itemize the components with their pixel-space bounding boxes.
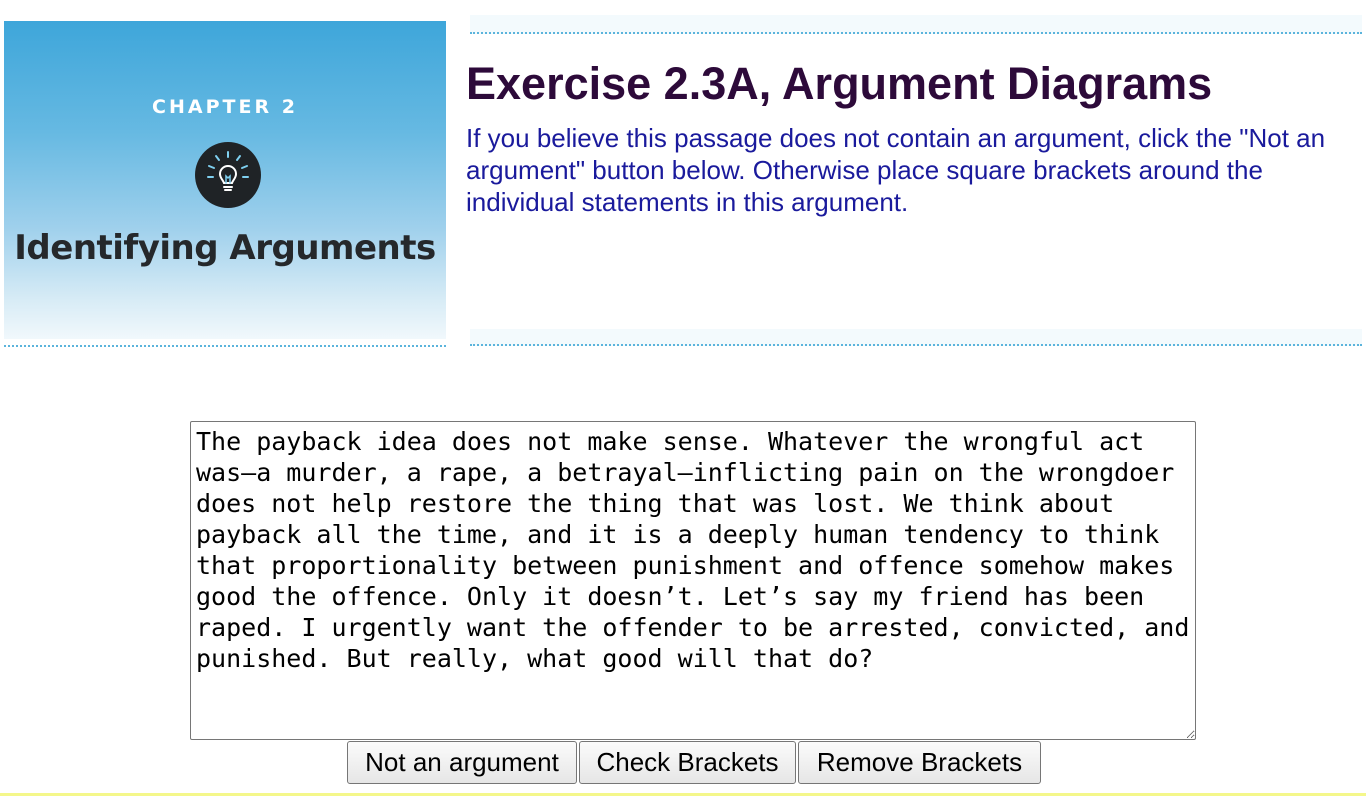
not-an-argument-button[interactable]: Not an argument [347, 741, 577, 784]
lightbulb-icon [195, 142, 261, 208]
chapter-banner: CHAPTER 2 Identifying Arguments [4, 21, 446, 339]
instructions-text: If you believe this passage does not con… [466, 123, 1326, 217]
exercise-page: CHAPTER 2 Identifying Arguments Exercise… [0, 0, 1366, 796]
remove-brackets-button[interactable]: Remove Brackets [798, 741, 1041, 784]
header-bottom-rule [470, 329, 1362, 346]
check-brackets-button[interactable]: Check Brackets [579, 741, 796, 784]
header-top-rule [470, 15, 1362, 34]
page-title: Exercise 2.3A, Argument Diagrams [466, 58, 1213, 109]
banner-divider [4, 345, 446, 347]
passage-textarea[interactable]: The payback idea does not make sense. Wh… [190, 421, 1196, 740]
action-buttons: Not an argument Check Brackets Remove Br… [347, 741, 1041, 784]
chapter-title: Identifying Arguments [14, 228, 436, 268]
chapter-label: CHAPTER 2 [152, 96, 298, 118]
